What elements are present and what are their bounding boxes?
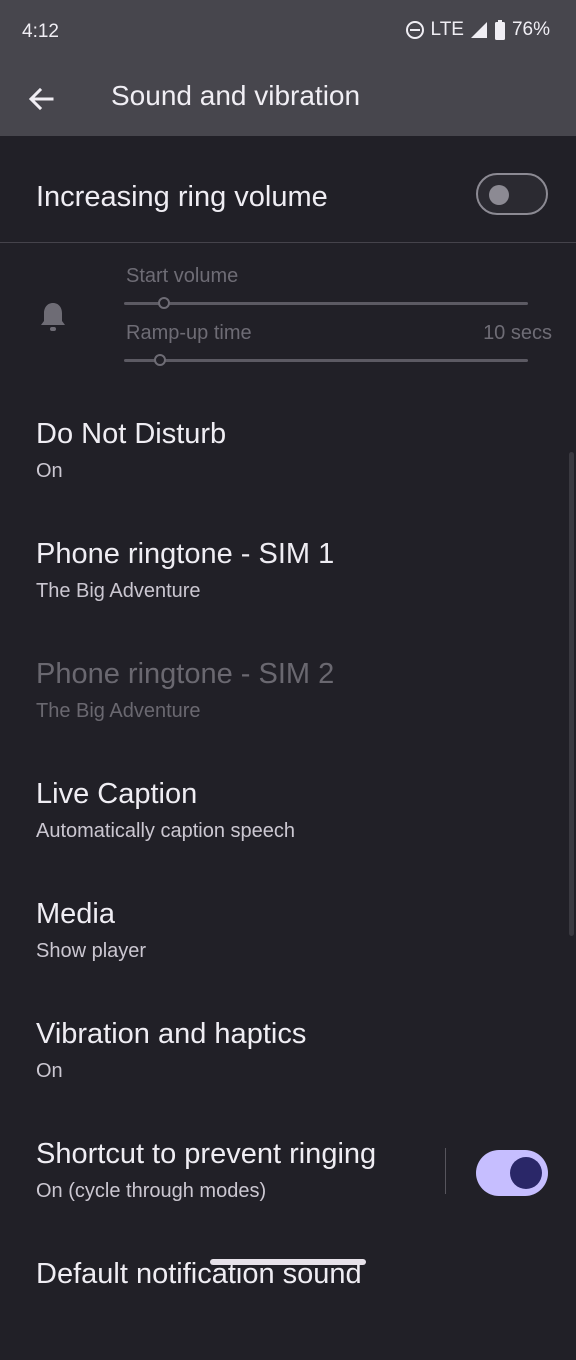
- battery-level: 76%: [511, 19, 550, 40]
- scrollbar[interactable]: [569, 452, 574, 936]
- vibration-haptics-item[interactable]: Vibration and haptics On: [0, 1000, 576, 1120]
- item-title: Media: [36, 898, 115, 930]
- app-bar: Sound and vibration: [0, 64, 576, 136]
- increasing-ring-volume-label: Increasing ring volume: [36, 181, 328, 213]
- live-caption-item[interactable]: Live Caption Automatically caption speec…: [0, 760, 576, 880]
- item-title: Vibration and haptics: [36, 1018, 307, 1050]
- start-volume-slider[interactable]: [124, 297, 528, 309]
- item-subtitle: On: [36, 460, 63, 482]
- item-subtitle: The Big Adventure: [36, 700, 201, 722]
- battery-icon: [494, 20, 505, 40]
- item-title: Shortcut to prevent ringing: [36, 1138, 377, 1170]
- media-item[interactable]: Media Show player: [0, 880, 576, 1000]
- gesture-nav-handle[interactable]: [210, 1259, 366, 1265]
- do-not-disturb-icon: [405, 21, 424, 39]
- start-volume-thumb[interactable]: [158, 297, 171, 309]
- arrow-back-icon: [28, 87, 54, 111]
- ramp-up-label: Ramp-up time: [126, 322, 252, 344]
- item-subtitle: On: [36, 1060, 63, 1082]
- shortcut-prevent-ringing-switch[interactable]: [476, 1150, 548, 1196]
- item-subtitle: Show player: [36, 940, 147, 962]
- page-title: Sound and vibration: [111, 80, 361, 111]
- item-title: Live Caption: [36, 778, 198, 810]
- ramp-up-value: 10 secs: [483, 322, 552, 344]
- item-title: Phone ringtone - SIM 2: [36, 658, 335, 690]
- network-type: LTE: [430, 19, 464, 40]
- item-title: Phone ringtone - SIM 1: [36, 538, 335, 570]
- start-volume-label: Start volume: [126, 265, 239, 287]
- item-subtitle: On (cycle through modes): [36, 1180, 267, 1202]
- default-notification-sound-item[interactable]: Default notification sound: [0, 1240, 576, 1360]
- signal-icon: [470, 22, 487, 38]
- phone-ringtone-sim2-item: Phone ringtone - SIM 2 The Big Adventure: [0, 640, 576, 760]
- bell-icon: [41, 303, 65, 331]
- ramp-settings: Start volume Ramp-up time 10 secs: [0, 242, 576, 382]
- ramp-up-slider[interactable]: [124, 354, 528, 366]
- switch-knob: [489, 185, 509, 205]
- status-bar: 4:12 LTE 76%: [0, 0, 576, 64]
- status-icons: LTE 76%: [405, 19, 550, 41]
- back-button[interactable]: [26, 84, 56, 114]
- status-time: 4:12: [22, 21, 59, 42]
- vertical-divider: [445, 1148, 446, 1194]
- do-not-disturb-item[interactable]: Do Not Disturb On: [0, 400, 576, 520]
- increasing-ring-volume-row[interactable]: Increasing ring volume: [0, 137, 576, 243]
- increasing-ring-volume-switch[interactable]: [476, 173, 548, 215]
- phone-ringtone-sim1-item[interactable]: Phone ringtone - SIM 1 The Big Adventure: [0, 520, 576, 640]
- ramp-up-thumb[interactable]: [154, 354, 167, 366]
- switch-knob: [510, 1157, 542, 1189]
- item-subtitle: Automatically caption speech: [36, 820, 296, 842]
- item-subtitle: The Big Adventure: [36, 580, 201, 602]
- item-title: Do Not Disturb: [36, 418, 227, 450]
